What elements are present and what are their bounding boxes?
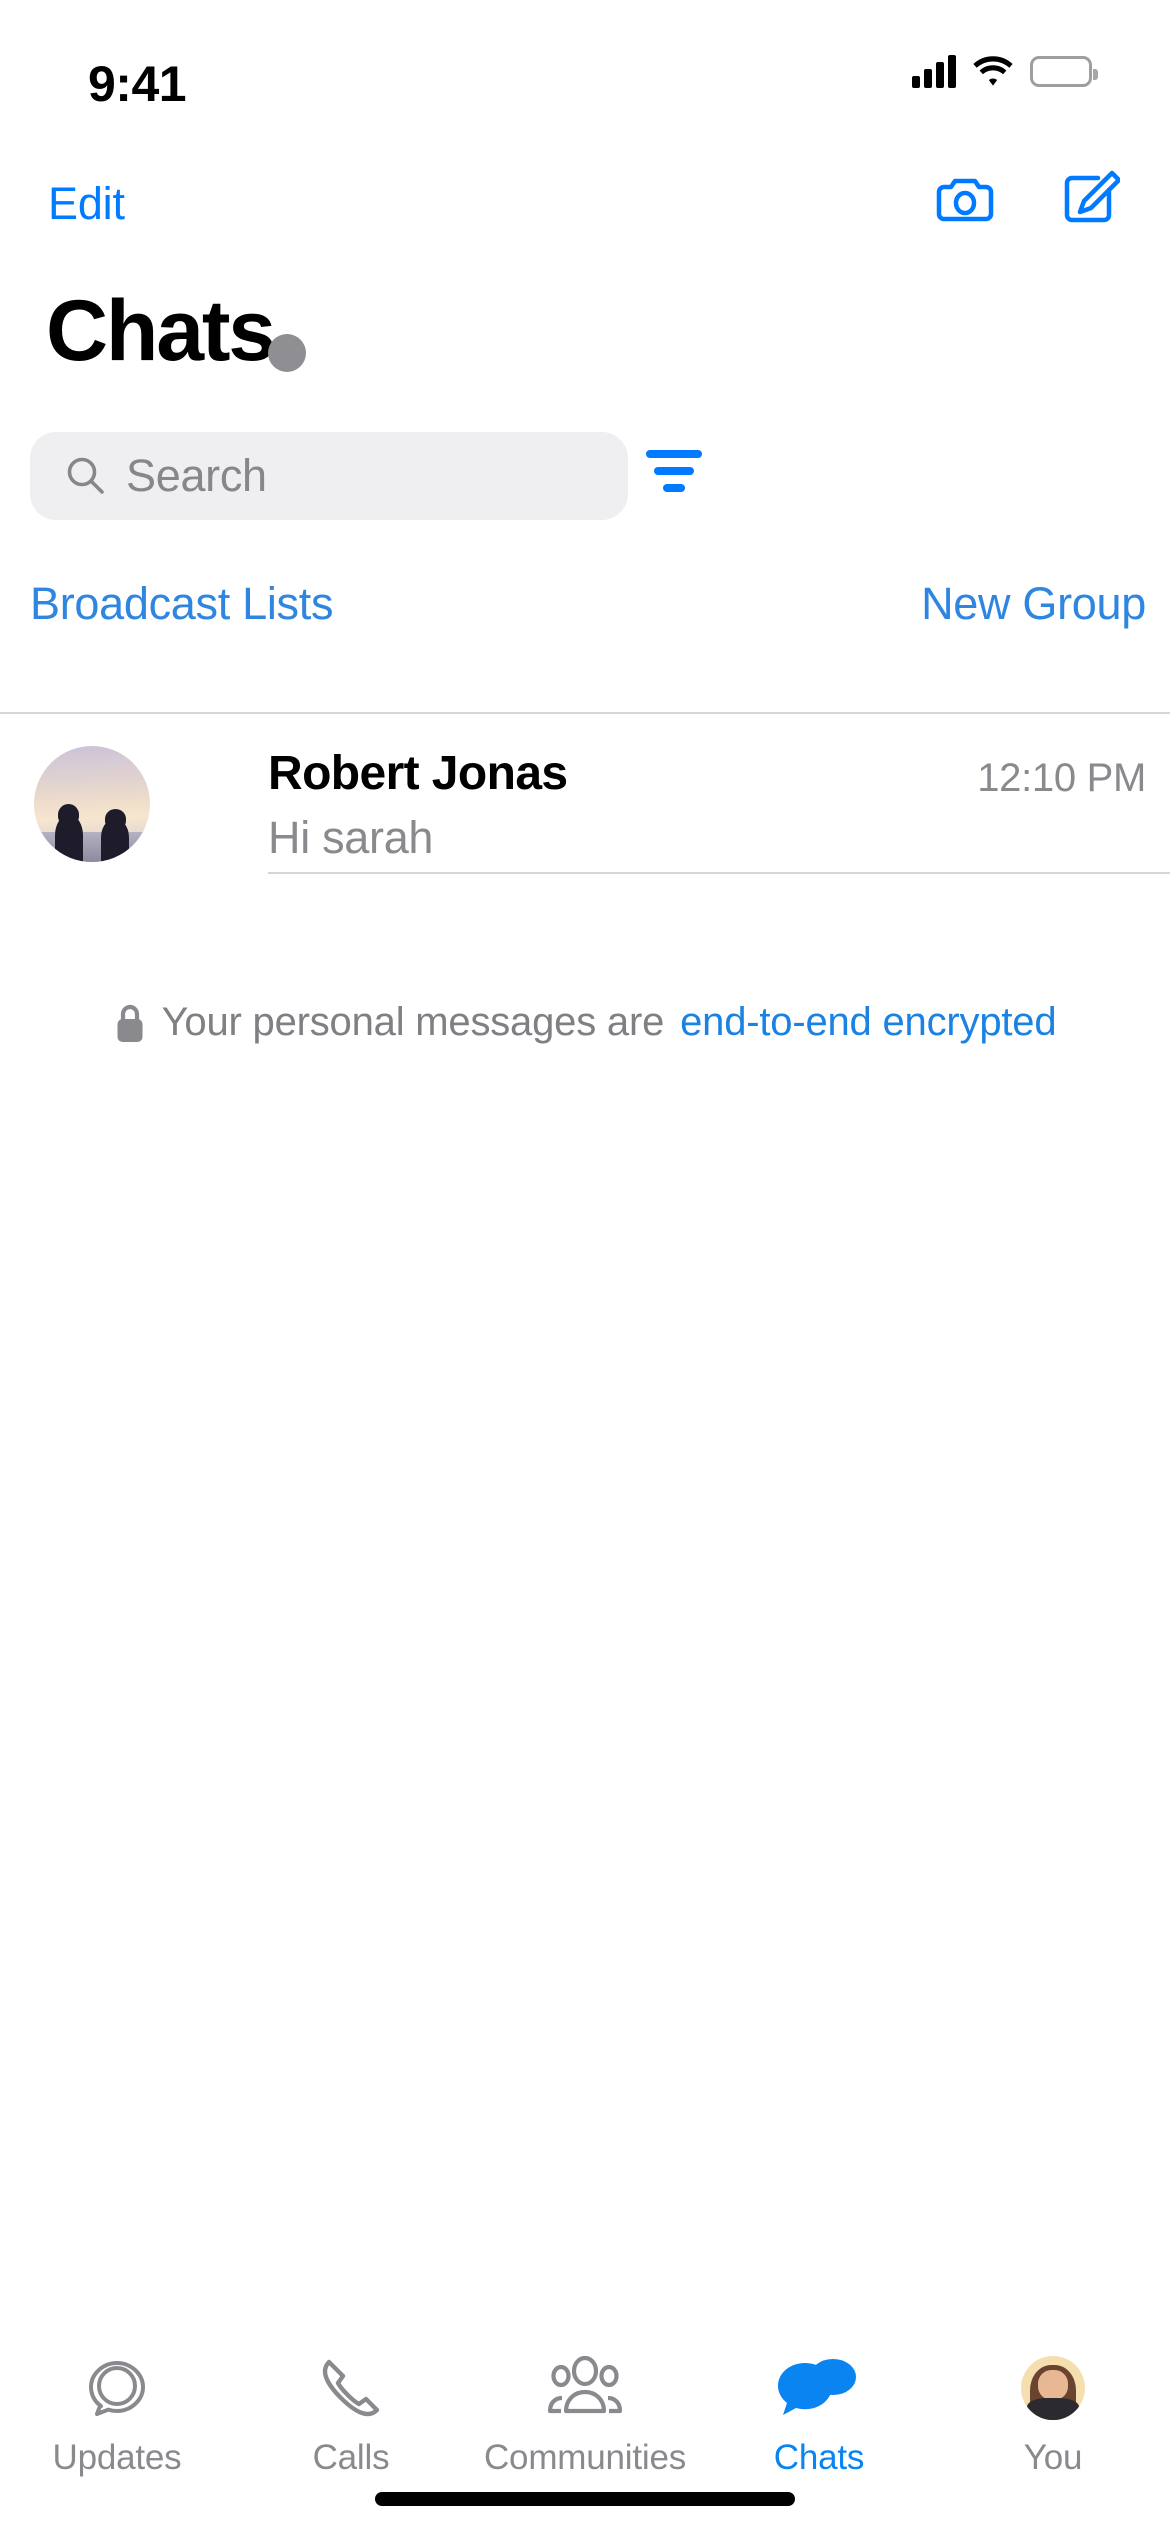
touch-indicator xyxy=(268,334,306,372)
status-bar: 9:41 xyxy=(0,0,1170,148)
encryption-notice-text: Your personal messages are xyxy=(161,1000,665,1044)
encryption-notice: Your personal messages are end-to-end en… xyxy=(0,1000,1170,1045)
compose-icon[interactable] xyxy=(1058,168,1120,230)
new-group-button[interactable]: New Group xyxy=(921,578,1146,630)
battery-icon xyxy=(1030,55,1098,87)
wifi-icon xyxy=(973,56,1013,86)
table-row[interactable]: Robert Jonas Hi sarah 12:10 PM xyxy=(0,714,1170,904)
tab-label-you: You xyxy=(1023,2438,1083,2477)
tab-communities[interactable]: Communities xyxy=(468,2350,702,2478)
status-bar-icons xyxy=(912,54,1098,88)
tab-label-chats: Chats xyxy=(773,2438,865,2477)
search-icon xyxy=(67,457,104,494)
navigation-actions xyxy=(934,168,1120,230)
page-title: Chats xyxy=(46,283,276,379)
tab-updates[interactable]: Updates xyxy=(0,2350,234,2478)
encryption-learn-more-link[interactable]: end-to-end encrypted xyxy=(680,1000,1056,1045)
whatsapp-chats-screen: 9:41 Edit Chats Search Broadcast Lists N… xyxy=(0,0,1170,2532)
tab-label-calls: Calls xyxy=(312,2438,390,2477)
search-row: Search xyxy=(0,432,1170,526)
communities-icon xyxy=(539,2350,631,2426)
edit-button[interactable]: Edit xyxy=(48,178,125,230)
navigation-bar: Edit xyxy=(0,148,1170,260)
tab-you[interactable]: You xyxy=(936,2350,1170,2478)
filter-icon[interactable] xyxy=(646,450,702,500)
quick-links-row: Broadcast Lists New Group xyxy=(0,578,1170,656)
broadcast-lists-button[interactable]: Broadcast Lists xyxy=(30,578,333,630)
tab-label-updates: Updates xyxy=(52,2438,182,2477)
chat-message-preview: Hi sarah xyxy=(268,812,434,863)
lock-icon xyxy=(117,1004,143,1042)
phone-icon xyxy=(305,2350,397,2426)
list-row-divider xyxy=(268,872,1170,874)
chat-timestamp: 12:10 PM xyxy=(977,756,1146,800)
status-bar-time: 9:41 xyxy=(88,56,187,112)
tab-chats[interactable]: Chats xyxy=(702,2350,936,2478)
home-indicator[interactable] xyxy=(375,2492,795,2506)
tab-label-communities: Communities xyxy=(483,2438,687,2477)
search-placeholder: Search xyxy=(126,450,267,501)
search-input[interactable]: Search xyxy=(30,432,628,520)
chat-contact-name: Robert Jonas xyxy=(268,747,568,800)
tab-calls[interactable]: Calls xyxy=(234,2350,468,2478)
cellular-signal-icon xyxy=(912,54,956,88)
camera-icon[interactable] xyxy=(934,168,996,230)
status-updates-icon xyxy=(71,2350,163,2426)
avatar xyxy=(34,746,150,862)
chat-bubbles-icon xyxy=(773,2350,865,2426)
profile-avatar-icon xyxy=(1007,2350,1099,2426)
